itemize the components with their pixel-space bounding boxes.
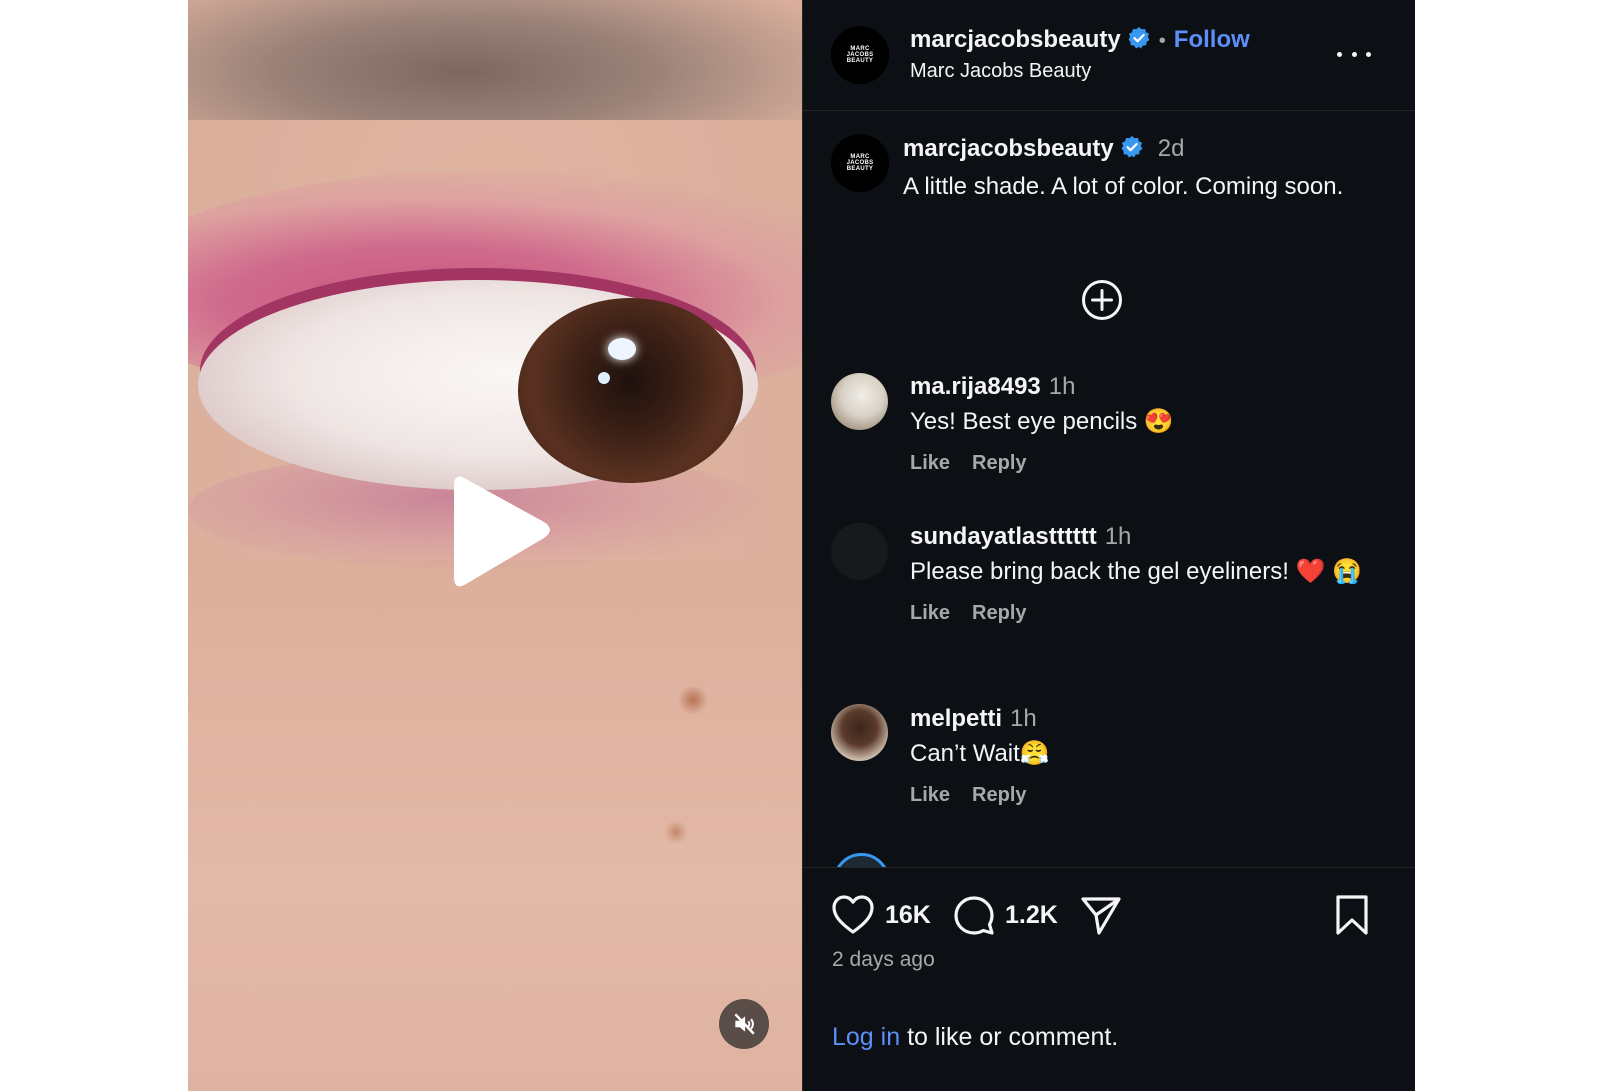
caption-avatar[interactable]: MARC JACOBS BEAUTY: [831, 134, 889, 192]
caption-avatar-logo-text: MARC JACOBS BEAUTY: [846, 154, 874, 172]
reply-comment-button[interactable]: Reply: [972, 452, 1026, 474]
eye-iris: [518, 298, 743, 483]
comment-actions: Like Reply: [910, 784, 1390, 807]
commenter-avatar-partial[interactable]: [833, 853, 890, 867]
commenter-avatar[interactable]: [831, 704, 888, 761]
post-details-panel: MARC JACOBS BEAUTY marcjacobsbeauty • Foll…: [802, 0, 1415, 1091]
commenter-avatar[interactable]: [831, 373, 888, 430]
comments-count[interactable]: 1.2K: [1005, 901, 1058, 930]
likes-count[interactable]: 16K: [885, 901, 931, 930]
posted-time: 2 days ago: [832, 948, 935, 971]
login-prompt-text: to like or comment.: [900, 1023, 1119, 1051]
caption-header: marcjacobsbeauty 2d: [903, 133, 1373, 171]
caption-text: A little shade. A lot of color. Coming s…: [903, 173, 1344, 200]
follow-button[interactable]: Follow: [1174, 26, 1250, 53]
commenter-avatar[interactable]: [831, 523, 888, 580]
login-link[interactable]: Log in: [832, 1023, 900, 1051]
post-header: MARC JACOBS BEAUTY marcjacobsbeauty • Foll…: [803, 0, 1415, 111]
share-icon[interactable]: [1080, 894, 1122, 941]
comment-time: 1h: [1104, 523, 1132, 550]
verified-badge-icon: [1127, 26, 1151, 55]
post-video[interactable]: [188, 0, 802, 1091]
comment-item: sundayatlastttttt 1h Please bring back th…: [910, 521, 1390, 625]
beauty-mark: [678, 685, 708, 715]
bookmark-icon[interactable]: [1334, 894, 1370, 941]
comment-username[interactable]: sundayatlastttttt: [910, 523, 1097, 550]
heart-icon[interactable]: [831, 894, 875, 941]
comments-section[interactable]: MARC JACOBS BEAUTY marcjacobsbeauty 2d A …: [803, 111, 1415, 867]
caption: marcjacobsbeauty 2d A little shade. A lot…: [903, 133, 1373, 203]
caption-username[interactable]: marcjacobsbeauty: [903, 135, 1114, 162]
comment-text: Can’t Wait😤: [910, 740, 1050, 767]
cheek-area: [188, 560, 802, 1091]
caption-time: 2d: [1157, 135, 1185, 162]
account-username[interactable]: marcjacobsbeauty: [910, 26, 1121, 53]
comment-header: melpetti 1h: [910, 703, 1390, 738]
eye-highlight-small: [598, 372, 610, 384]
account-avatar[interactable]: MARC JACOBS BEAUTY: [831, 26, 889, 84]
avatar-logo-text: MARC JACOBS BEAUTY: [846, 46, 874, 64]
comment-actions: Like Reply: [910, 452, 1390, 475]
comment-time: 1h: [1010, 705, 1037, 732]
like-comment-button[interactable]: Like: [910, 452, 950, 474]
comment-icon[interactable]: [953, 894, 995, 941]
more-options-icon[interactable]: [1337, 42, 1371, 66]
comment-header: sundayatlastttttt 1h: [910, 521, 1390, 556]
reply-comment-button[interactable]: Reply: [972, 602, 1026, 624]
comment-actions: Like Reply: [910, 602, 1390, 625]
login-prompt: Log in to like or comment.: [832, 1023, 1118, 1052]
header-separator: •: [1158, 30, 1166, 52]
account-full-name: Marc Jacobs Beauty: [910, 60, 1092, 82]
post-action-bar: 16K 1.2K 2 days ago Log in to like or co…: [803, 867, 1415, 1091]
comment-text: Please bring back the gel eyeliners! ❤️ …: [910, 558, 1362, 585]
play-icon[interactable]: [438, 472, 558, 592]
comment-item: ma.rija8493 1h Yes! Best eye pencils 😍 Li…: [910, 371, 1390, 475]
verified-badge-icon: [1120, 135, 1144, 171]
comment-time: 1h: [1048, 373, 1076, 400]
eye-highlight: [608, 338, 636, 360]
reply-comment-button[interactable]: Reply: [972, 784, 1026, 806]
comment-username[interactable]: ma.rija8493: [910, 373, 1041, 400]
like-comment-button[interactable]: Like: [910, 602, 950, 624]
comment-header: ma.rija8493 1h: [910, 371, 1390, 406]
comment-item: melpetti 1h Can’t Wait😤 Like Reply: [910, 703, 1390, 807]
comment-username[interactable]: melpetti: [910, 705, 1002, 732]
beauty-mark-small: [664, 820, 688, 844]
eyebrow-area: [188, 0, 802, 120]
instagram-post: MARC JACOBS BEAUTY marcjacobsbeauty • Foll…: [188, 0, 1415, 1091]
like-comment-button[interactable]: Like: [910, 784, 950, 806]
header-title-row: marcjacobsbeauty • Follow: [910, 26, 1250, 55]
speaker-muted-icon[interactable]: [719, 999, 769, 1049]
comment-text: Yes! Best eye pencils 😍: [910, 408, 1174, 435]
load-more-comments-icon[interactable]: [1081, 279, 1123, 321]
